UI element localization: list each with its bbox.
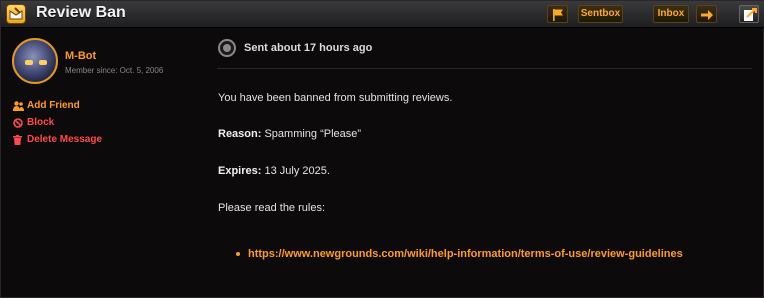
next-message-button[interactable] (696, 5, 717, 23)
avatar-eye-right (39, 60, 47, 65)
inbox-button[interactable]: Inbox (653, 5, 689, 23)
list-bullet (236, 252, 240, 256)
divider (217, 68, 752, 69)
message-reason: Reason: Spamming “Please” (218, 128, 361, 140)
message-window: Review Ban Sentbox Inbox M-Bot Member si… (0, 0, 764, 298)
rules-link[interactable]: https://www.newgrounds.com/wiki/help-inf… (248, 248, 683, 260)
add-friend-label: Add Friend (27, 100, 80, 111)
add-user-icon (13, 101, 24, 111)
radio-status-icon (218, 39, 236, 57)
delete-message-label: Delete Message (27, 134, 103, 145)
expires-value: 13 July 2025. (264, 165, 330, 177)
compose-button[interactable] (739, 5, 759, 23)
report-flag-button[interactable] (547, 5, 568, 23)
message-intro: You have been banned from submitting rev… (218, 92, 453, 104)
member-since: Member since: Oct. 5, 2006 (65, 66, 164, 75)
title-bar: Review Ban Sentbox Inbox (1, 1, 764, 28)
reason-value: Spamming “Please” (264, 128, 362, 140)
trash-icon (13, 135, 22, 145)
block-label: Block (27, 117, 55, 128)
block-icon (13, 118, 23, 128)
sender-avatar[interactable] (12, 38, 58, 84)
page-title: Review Ban (36, 4, 126, 21)
sender-username[interactable]: M-Bot (65, 50, 96, 62)
compose-icon (744, 8, 757, 21)
arrow-right-icon (701, 10, 713, 20)
flag-icon (553, 9, 563, 21)
rules-prompt: Please read the rules: (218, 202, 326, 214)
avatar-eye-left (25, 60, 33, 65)
sentbox-button[interactable]: Sentbox (578, 5, 623, 23)
sent-time: Sent about 17 hours ago (244, 42, 373, 54)
expires-label: Expires: (218, 165, 262, 177)
reason-label: Reason: (218, 128, 262, 140)
mail-icon (6, 4, 26, 24)
message-expires: Expires: 13 July 2025. (218, 165, 330, 177)
